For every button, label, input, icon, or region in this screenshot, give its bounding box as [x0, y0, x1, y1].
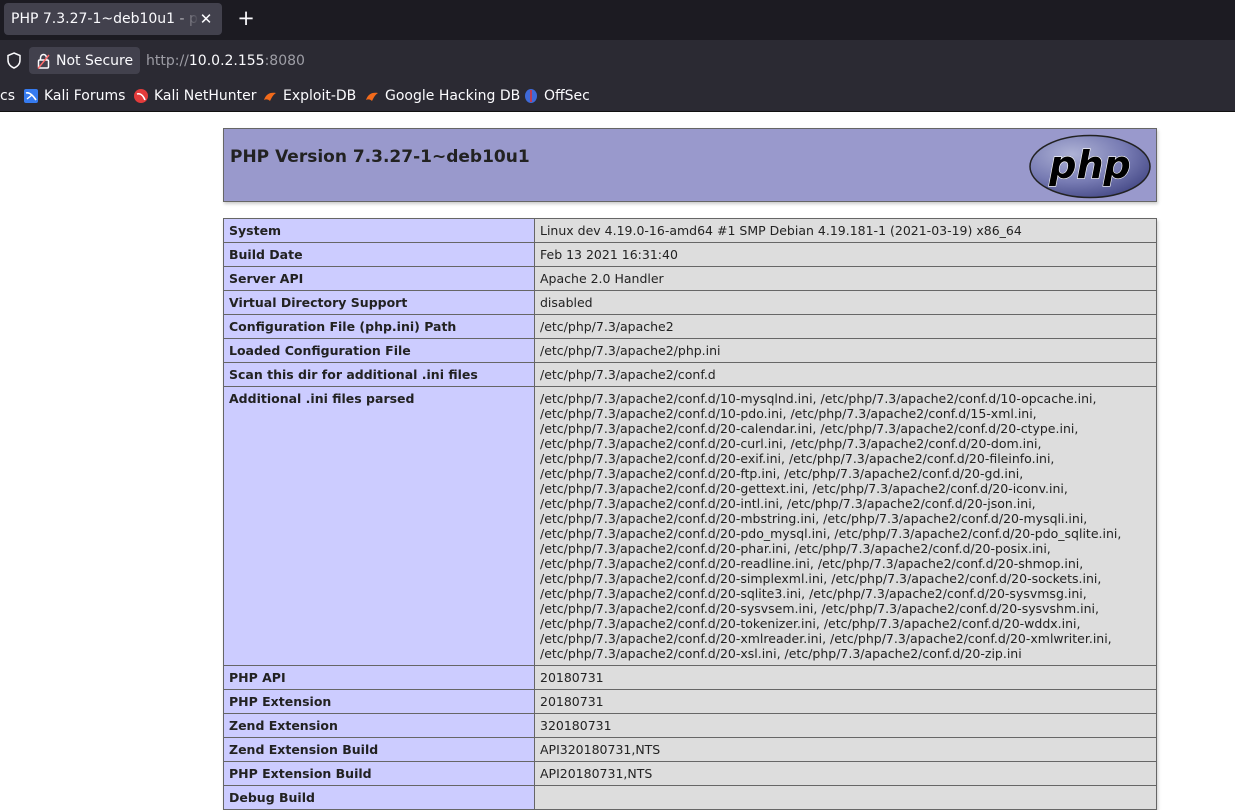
row-key: Zend Extension — [223, 713, 535, 738]
bookmark-label: OffSec — [544, 88, 590, 104]
row-value: /etc/php/7.3/apache2/conf.d/10-mysqlnd.i… — [534, 386, 1157, 666]
row-key: Scan this dir for additional .ini files — [223, 362, 535, 387]
bookmark-item[interactable]: cs — [0, 81, 15, 111]
tab-phpinfo[interactable]: PHP 7.3.27-1~deb10u1 - phpinfo() ✕ — [4, 3, 222, 35]
table-row: Configuration File (php.ini) Path /etc/p… — [223, 314, 1157, 339]
bookmarks-toolbar: cs Kali Forums Kali NetHunter Exploit-DB… — [0, 81, 1235, 112]
table-row: PHP API 20180731 — [223, 665, 1157, 690]
row-key: PHP API — [223, 665, 535, 690]
bookmark-kali-nethunter[interactable]: Kali NetHunter — [133, 81, 256, 111]
row-key: Zend Extension Build — [223, 737, 535, 762]
exploit-db-icon — [264, 92, 276, 101]
plus-icon[interactable]: + — [236, 6, 256, 30]
close-icon[interactable]: ✕ — [198, 9, 214, 29]
row-value: Linux dev 4.19.0-16-amd64 #1 SMP Debian … — [534, 218, 1157, 243]
row-value: Apache 2.0 Handler — [534, 266, 1157, 291]
table-row: PHP Extension 20180731 — [223, 689, 1157, 714]
php-logo-text: php — [1048, 143, 1130, 187]
row-key: Virtual Directory Support — [223, 290, 535, 315]
tab-title: PHP 7.3.27-1~deb10u1 - phpinfo() — [11, 11, 199, 27]
bookmark-exploit-db[interactable]: Exploit-DB — [262, 81, 356, 111]
url-host: 10.0.2.155 — [188, 53, 265, 69]
table-row: Server API Apache 2.0 Handler — [223, 266, 1157, 291]
google-hacking-db-icon — [366, 92, 378, 101]
row-value: /etc/php/7.3/apache2/php.ini — [534, 338, 1157, 363]
row-value: 20180731 — [534, 689, 1157, 714]
row-value: disabled — [534, 290, 1157, 315]
bookmark-label: Kali Forums — [44, 88, 126, 104]
url-scheme: http:// — [146, 53, 189, 69]
row-value — [534, 785, 1157, 810]
row-value: Feb 13 2021 16:31:40 — [534, 242, 1157, 267]
row-key: Additional .ini files parsed — [223, 386, 535, 666]
bookmark-offsec[interactable]: OffSec — [523, 81, 590, 111]
security-label: Not Secure — [56, 52, 134, 69]
row-value: 20180731 — [534, 665, 1157, 690]
row-value: 320180731 — [534, 713, 1157, 738]
bookmark-kali-forums[interactable]: Kali Forums — [23, 81, 125, 111]
bookmark-label: cs — [0, 88, 15, 104]
row-key: Loaded Configuration File — [223, 338, 535, 363]
table-row: Build Date Feb 13 2021 16:31:40 — [223, 242, 1157, 267]
table-row: System Linux dev 4.19.0-16-amd64 #1 SMP … — [223, 218, 1157, 243]
bookmark-label: Exploit-DB — [283, 88, 357, 104]
row-key: PHP Extension — [223, 689, 535, 714]
shield-icon[interactable] — [6, 52, 22, 69]
bookmark-label: Kali NetHunter — [154, 88, 257, 104]
table-row: Loaded Configuration File /etc/php/7.3/a… — [223, 338, 1157, 363]
site-security-button[interactable]: Not Secure — [29, 47, 140, 74]
table-row: Zend Extension Build API320180731,NTS — [223, 737, 1157, 762]
row-key: Build Date — [223, 242, 535, 267]
table-row: Zend Extension 320180731 — [223, 713, 1157, 738]
row-key: Debug Build — [223, 785, 535, 810]
table-row: Scan this dir for additional .ini files … — [223, 362, 1157, 387]
row-value: API20180731,NTS — [534, 761, 1157, 786]
page-title: PHP Version 7.3.27-1~deb10u1 — [230, 147, 530, 167]
kali-forums-icon — [24, 89, 38, 103]
php-logo[interactable]: php — [1028, 134, 1152, 199]
bookmark-google-hacking-db[interactable]: Google Hacking DB — [364, 81, 520, 111]
kali-nethunter-icon — [134, 89, 148, 103]
phpinfo-table: System Linux dev 4.19.0-16-amd64 #1 SMP … — [223, 218, 1157, 810]
url-port: :8080 — [264, 53, 305, 69]
table-row: Additional .ini files parsed /etc/php/7.… — [223, 386, 1157, 666]
bookmark-label: Google Hacking DB — [385, 88, 521, 104]
phpinfo-header: PHP Version 7.3.27-1~deb10u1 php — [223, 128, 1157, 202]
row-key: System — [223, 218, 535, 243]
row-key: Configuration File (php.ini) Path — [223, 314, 535, 339]
row-key: Server API — [223, 266, 535, 291]
row-key: PHP Extension Build — [223, 761, 535, 786]
table-row: Debug Build — [223, 785, 1157, 810]
tab-bar: PHP 7.3.27-1~deb10u1 - phpinfo() ✕ + — [0, 0, 1235, 40]
offsec-icon — [525, 89, 537, 103]
insecure-lock-icon — [37, 53, 50, 69]
row-value: API320180731,NTS — [534, 737, 1157, 762]
table-row: Virtual Directory Support disabled — [223, 290, 1157, 315]
row-value: /etc/php/7.3/apache2 — [534, 314, 1157, 339]
row-value: /etc/php/7.3/apache2/conf.d — [534, 362, 1157, 387]
table-row: PHP Extension Build API20180731,NTS — [223, 761, 1157, 786]
url-bar[interactable]: http://10.0.2.155:8080 — [146, 51, 305, 71]
